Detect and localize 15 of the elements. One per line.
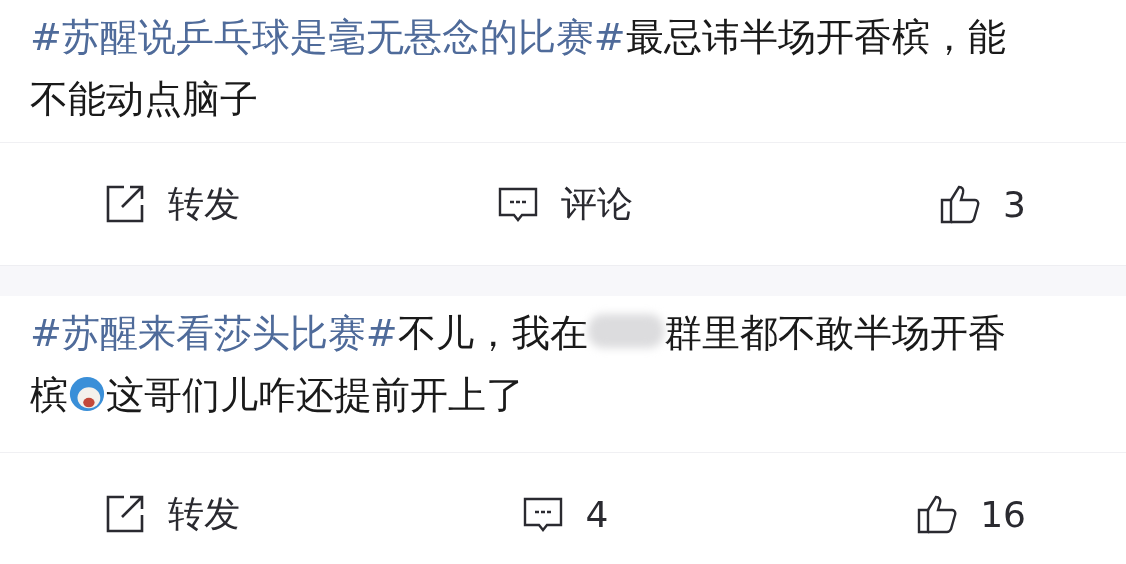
hashtag-link[interactable]: #苏醒说乒乓球是毫无悬念的比赛# — [30, 15, 626, 59]
hashtag-link[interactable]: #苏醒来看莎头比赛# — [30, 311, 398, 355]
share-icon — [104, 493, 146, 535]
like-button[interactable]: 16 — [916, 493, 1026, 535]
repost-button[interactable]: 转发 — [104, 179, 412, 229]
post-text: #苏醒说乒乓球是毫无悬念的比赛#最忌讳半场开香槟，能不能动点脑子 — [29, 14, 1007, 123]
thumbs-up-icon — [916, 493, 959, 535]
share-icon — [104, 183, 146, 225]
comment-button[interactable]: 4 — [521, 493, 609, 535]
comment-button[interactable]: 评论 — [497, 179, 633, 229]
repost-button[interactable]: 转发 — [104, 489, 412, 539]
emoji-icon — [68, 374, 106, 413]
post-text: #苏醒来看莎头比赛#不儿，我在 群里都不敢半场开香槟 这哥们儿咋还提前开上了 — [29, 310, 1007, 419]
like-button[interactable]: 3 — [939, 183, 1026, 225]
thumbs-up-icon — [939, 183, 982, 225]
